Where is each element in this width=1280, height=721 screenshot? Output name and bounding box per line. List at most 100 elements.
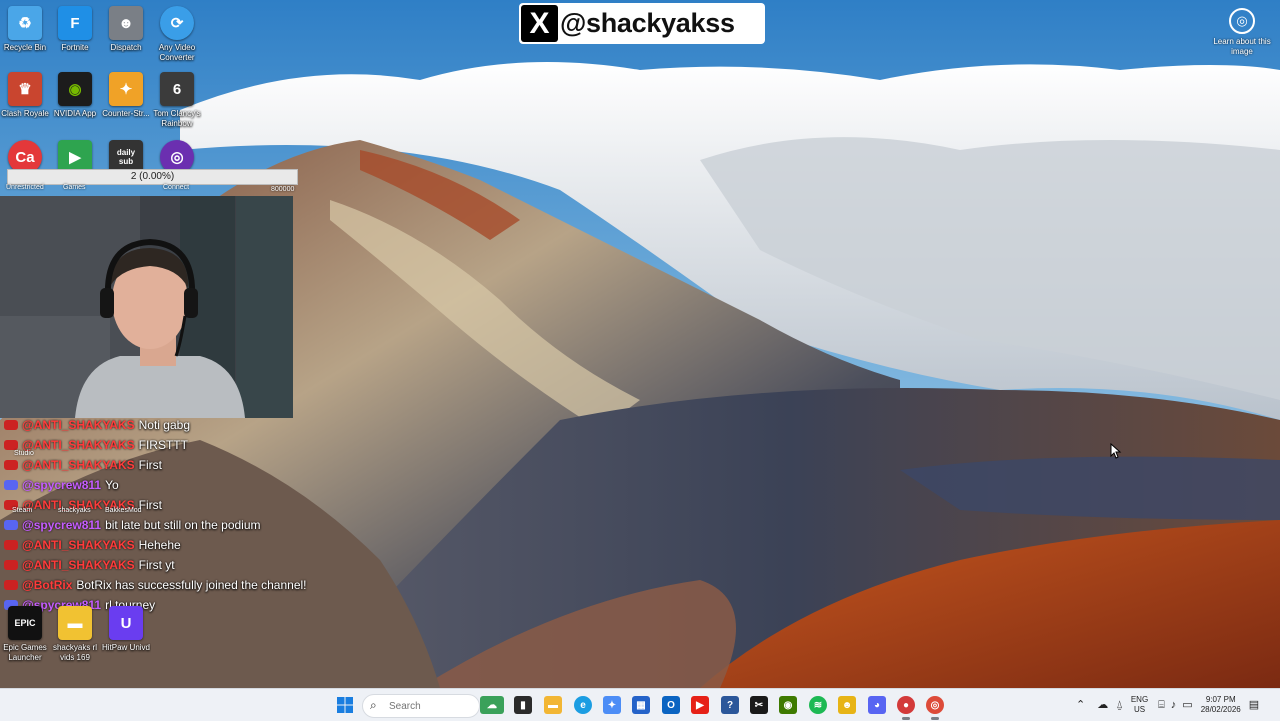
edge-icon[interactable]: e — [574, 696, 592, 714]
chat-text: Hehehe — [138, 538, 181, 552]
show-hidden-icons-icon[interactable]: ⌃ — [1076, 700, 1085, 711]
capcut-icon[interactable]: ✂ — [750, 696, 768, 714]
desktop-icon-rainbow-six[interactable]: 6 Tom Clancy's Rainbow Six... — [152, 72, 202, 129]
desktop-icon-counter-strike[interactable]: ✦ Counter-Str... — [101, 72, 151, 119]
clash-royale-icon: ♛ — [8, 72, 42, 106]
chat-platform-badge-icon — [4, 460, 18, 470]
chat-message: @ANTI_SHAKYAKS First — [0, 455, 360, 475]
chat-username: @ANTI_SHAKYAKS — [22, 558, 135, 572]
counter-strike-icon: ✦ — [109, 72, 143, 106]
spotify-icon[interactable]: ≋ — [809, 696, 827, 714]
battery-icon[interactable]: ▭ — [1182, 700, 1192, 711]
chat-platform-badge-icon — [4, 440, 18, 450]
system-tray: ⌃ ☁ ⍙ ENG US ⌸ ♪ ▭ 9:07 PM 28/02/2026 ▤ — [1076, 689, 1259, 721]
recycle-bin-icon: ♻ — [8, 6, 42, 40]
search-icon: ⌕ — [370, 698, 377, 712]
language-indicator[interactable]: ENG US — [1131, 695, 1148, 715]
desktop-icon-epic-games[interactable]: EPIC Epic Games Launcher — [0, 606, 50, 663]
chat-username: @ANTI_SHAKYAKS — [22, 438, 135, 452]
store-icon[interactable]: ▦ — [632, 696, 650, 714]
windows-start-icon[interactable] — [336, 696, 354, 714]
chat-username: @spycrew811 — [22, 518, 102, 532]
chat-platform-badge-icon — [4, 520, 18, 530]
widgets-icon[interactable]: ☁ — [480, 696, 504, 714]
rainbow-six-icon: 6 — [160, 72, 194, 106]
fortnite-icon: F — [58, 6, 92, 40]
chat-platform-badge-icon — [4, 420, 18, 430]
microphone-icon[interactable]: ⍙ — [1116, 700, 1123, 711]
learn-about-label: Learn about this image — [1213, 37, 1271, 56]
chrome-icon[interactable]: ◎ — [926, 696, 944, 720]
chat-text: Noti gabg — [138, 418, 190, 432]
chat-username: @ANTI_SHAKYAKS — [22, 418, 135, 432]
language-label: ENG — [1130, 695, 1149, 704]
clock-time: 9:07 PM — [1205, 695, 1236, 704]
region-label: US — [1133, 705, 1146, 714]
chat-message: @ANTI_SHAKYAKS Noti gabg — [0, 415, 360, 435]
app-icon[interactable]: ? — [721, 696, 739, 714]
chat-message: @BotRix BotRix has successfully joined t… — [0, 575, 360, 595]
social-handle: @shackyakss — [560, 8, 735, 38]
desktop-icon-label: HitPaw Univd — [101, 643, 150, 652]
onedrive-icon[interactable]: ☁ — [1097, 700, 1108, 711]
discord-icon[interactable]: ◕ — [868, 696, 886, 714]
youtube-icon[interactable]: ▶ — [691, 696, 709, 714]
taskbar: ⌕ ☁ ▮ ▬ e ✦ ▦ O ▶ ? ✂ ◉ ≋ ☻ ◕ ● ◎ ⌃ ☁ ⍙ … — [0, 688, 1280, 721]
desktop-icon-label: Counter-Str... — [102, 109, 150, 118]
goal-label: 800000 — [271, 186, 295, 193]
desktop-icon-hitpaw[interactable]: U HitPaw Univd — [101, 606, 151, 653]
desktop-icon-recycle-bin[interactable]: ♻ Recycle Bin — [0, 6, 50, 53]
desktop-icon-label: Tom Clancy's Rainbow Six... — [153, 109, 201, 128]
volume-icon[interactable]: ♪ — [1171, 700, 1177, 711]
desktop-icon-nvidia-app[interactable]: ◉ NVIDIA App — [50, 72, 100, 119]
chat-message: @ANTI_SHAKYAKS First yt — [0, 555, 360, 575]
outlook-icon[interactable]: O — [662, 696, 680, 714]
chat-username: @spycrew811 — [22, 478, 102, 492]
chat-text: First — [138, 498, 162, 512]
network-icon[interactable]: ⌸ — [1158, 700, 1165, 711]
clock[interactable]: 9:07 PM 28/02/2026 — [1201, 695, 1241, 715]
file-explorer-icon[interactable]: ▬ — [544, 696, 562, 714]
camera-icon: ◎ — [1229, 8, 1255, 34]
desktop-icon-label: Recycle Bin — [3, 43, 47, 52]
desktop-icon-dispatch[interactable]: ☻ Dispatch — [101, 6, 151, 53]
epic-games-icon: EPIC — [8, 606, 42, 640]
desktop-icon-shackyaks-rl-vids[interactable]: ▬ shackyaks rl vids 169 — [50, 606, 100, 663]
chat-text: First — [138, 458, 162, 472]
clock-date: 28/02/2026 — [1200, 705, 1241, 714]
desktop-icon-label: shackyaks — [58, 507, 91, 514]
chat-message: @ANTI_SHAKYAKS FIRSTTT — [0, 435, 360, 455]
chat-text: Yo — [105, 478, 119, 492]
learn-about-image[interactable]: ◎ Learn about this image — [1212, 8, 1272, 57]
notifications-icon[interactable]: ▤ — [1249, 700, 1259, 711]
desktop-icon-label: Clash Royale — [1, 109, 49, 118]
desktop-icon-label: Any Video Converter — [158, 43, 196, 62]
desktop-icon-any-video-converter[interactable]: ⟳ Any Video Converter — [152, 6, 202, 63]
chat-text: BotRix has successfully joined the chann… — [76, 578, 307, 592]
desktop-icon-fortnite[interactable]: F Fortnite — [50, 6, 100, 53]
chat-platform-badge-icon — [4, 580, 18, 590]
stream-chat-overlay: @ANTI_SHAKYAKS Noti gabg @ANTI_SHAKYAKS … — [0, 415, 360, 615]
nvidia-icon: ◉ — [58, 72, 92, 106]
task-view-icon[interactable]: ▮ — [514, 696, 532, 714]
game-icon[interactable]: ☻ — [838, 696, 856, 714]
chat-text: bit late but still on the podium — [105, 518, 261, 532]
desktop-icon-label: Dispatch — [110, 43, 142, 52]
chat-message: @ANTI_SHAKYAKS Hehehe — [0, 535, 360, 555]
obs-icon[interactable]: ● — [897, 696, 915, 720]
chat-message: @spycrew811 bit late but still on the po… — [0, 515, 360, 535]
chat-platform-badge-icon — [4, 480, 18, 490]
chat-username: @ANTI_SHAKYAKS — [22, 458, 135, 472]
nvidia-icon[interactable]: ◉ — [779, 696, 797, 714]
search-input[interactable] — [387, 698, 475, 715]
desktop-icon-clash-royale[interactable]: ♛ Clash Royale — [0, 72, 50, 119]
folder-icon: ▬ — [58, 606, 92, 640]
chat-username: @ANTI_SHAKYAKS — [22, 538, 135, 552]
desktop-icon-label: NVIDIA App — [53, 109, 97, 118]
desktop-icon-label: Connect — [163, 184, 190, 191]
chat-message: @spycrew811 Yo — [0, 475, 360, 495]
copilot-icon[interactable]: ✦ — [603, 696, 621, 714]
desktop-icon-label: BakkesMod — [105, 507, 142, 514]
desktop-icon-label: Unrestricted — [6, 184, 44, 191]
taskbar-search[interactable]: ⌕ — [362, 694, 480, 718]
